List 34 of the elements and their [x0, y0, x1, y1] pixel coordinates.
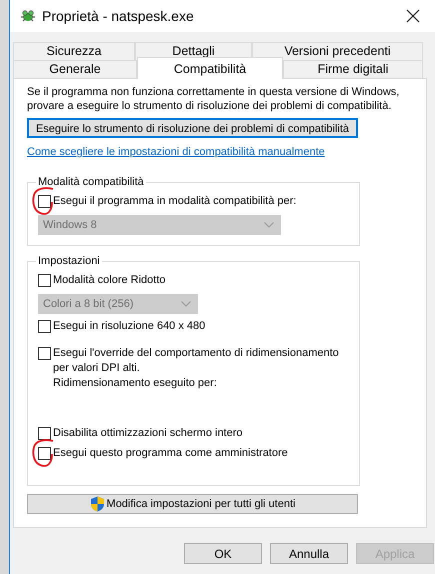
checkbox[interactable] [38, 195, 51, 208]
all-users-settings-button[interactable]: Modifica impostazioni per tutti gli utenti [27, 494, 358, 514]
dialog-button[interactable]: OK [184, 543, 262, 564]
checkbox[interactable] [38, 347, 51, 360]
checkbox[interactable] [38, 274, 51, 288]
checkbox-label: Esegui il programma in modalità compatibilità per: [53, 194, 296, 210]
checkbox[interactable] [38, 320, 51, 334]
description-text: Se il programma non funziona correttamente in questa versione di Windows, provare a eseguire lo strumento di risoluzione dei problemi di compatibilità. [27, 85, 400, 113]
app-icon [20, 8, 36, 24]
tab[interactable]: Sicurezza [13, 42, 135, 60]
tab[interactable]: Versioni precedenti [252, 42, 423, 60]
dropdown-value: Windows 8 [43, 218, 97, 232]
tab[interactable]: Firme digitali [283, 60, 423, 78]
tab[interactable]: Generale [13, 60, 137, 78]
tab[interactable]: Compatibilità [137, 57, 283, 79]
checkbox-label: Esegui l'override del comportamento di ridimensionamento per valori DPI alti. [53, 346, 340, 376]
note-text: Ridimensionamento eseguito per: [53, 376, 218, 392]
checkbox-label: Esegui in risoluzione 640 x 480 [53, 319, 206, 334]
checkbox-label: Disabilita ottimizzazioni schermo intero [53, 426, 243, 442]
shield-icon [90, 496, 105, 512]
checkbox[interactable] [38, 427, 51, 440]
manual-settings-link[interactable]: Come scegliere le impostazioni di compatibilità manualmente [27, 146, 325, 160]
dialog-button[interactable]: Annulla [270, 543, 348, 564]
checkbox-label: Modalità colore Ridotto [53, 273, 166, 288]
dropdown-value: Colori a 8 bit (256) [43, 298, 134, 311]
window-title: Proprietà - natspesk.exe [42, 8, 195, 24]
troubleshoot-button[interactable]: Eseguire lo strumento di risoluzione dei problemi di compatibilità [27, 118, 358, 138]
chevron-down-icon [264, 222, 274, 228]
checkbox-label: Esegui questo programma come amministratore [53, 446, 288, 462]
checkbox[interactable] [38, 447, 51, 460]
group-title: Modalità compatibilità [37, 175, 145, 190]
close-icon [406, 9, 420, 23]
group-title: Impostazioni [37, 254, 101, 268]
chevron-down-icon [181, 301, 191, 308]
